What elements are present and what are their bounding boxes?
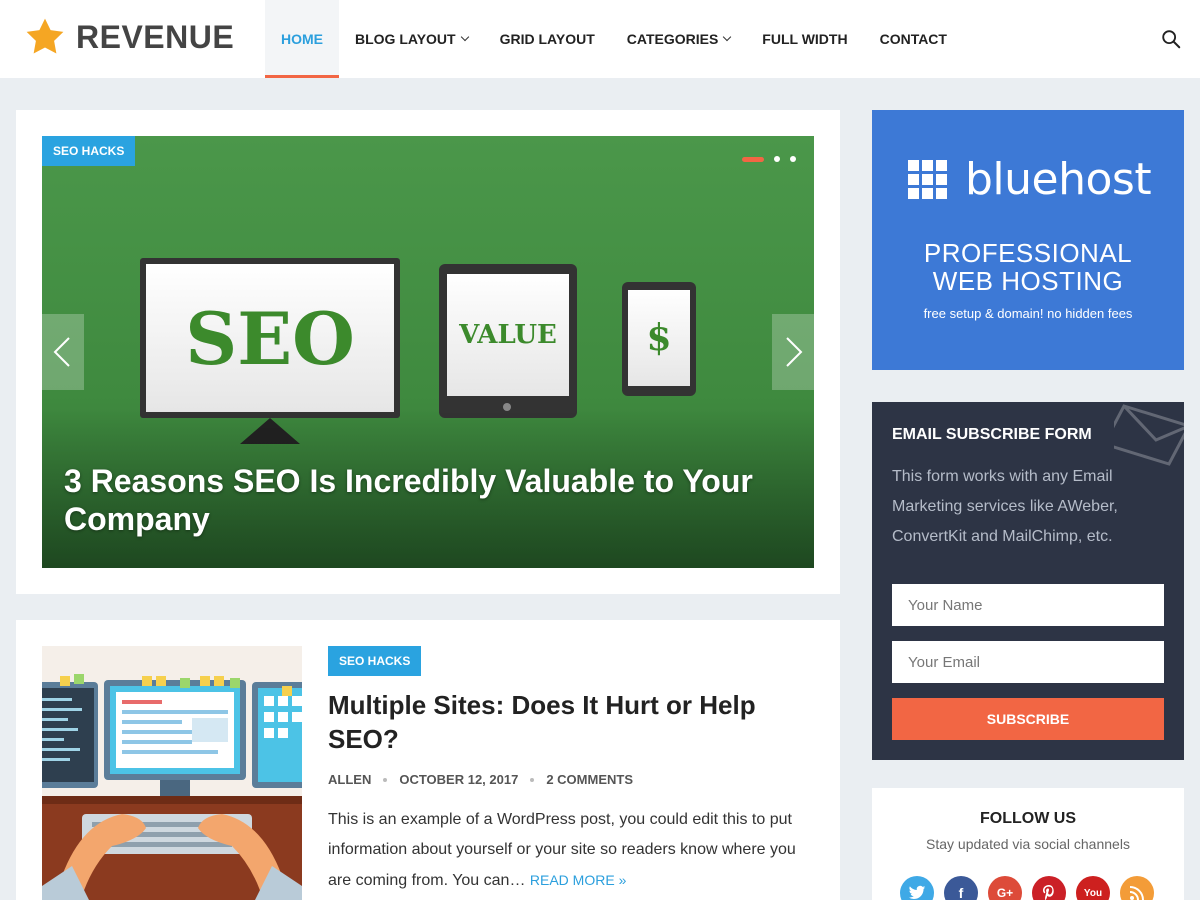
post-thumbnail[interactable] (42, 646, 302, 900)
read-more-link[interactable]: READ MORE » (530, 872, 626, 888)
post-excerpt: This is an example of a WordPress post, … (328, 805, 818, 896)
youtube-icon[interactable]: You (1076, 876, 1110, 900)
nav-label: CONTACT (879, 31, 947, 47)
post-category-badge[interactable]: SEO HACKS (328, 646, 422, 676)
nav-label: FULL WIDTH (762, 31, 848, 47)
monitor-illustration: SEO (140, 258, 400, 418)
bluehost-ad[interactable]: bluehost PROFESSIONAL WEB HOSTING free s… (872, 110, 1184, 370)
ad-tagline: free setup & domain! no hidden fees (923, 306, 1133, 321)
subscribe-title: EMAIL SUBSCRIBE FORM (892, 426, 1092, 443)
ad-brand: bluehost (965, 154, 1152, 205)
nav-item-home[interactable]: HOME (265, 0, 339, 78)
slider-dot[interactable] (790, 156, 796, 162)
google-plus-icon[interactable]: G+ (988, 876, 1022, 900)
nav-label: CATEGORIES (626, 31, 719, 47)
bluehost-logo: bluehost (908, 154, 1152, 205)
slider-dot-active[interactable] (742, 156, 764, 162)
twitter-icon[interactable] (900, 876, 934, 900)
envelope-icon (1114, 404, 1184, 466)
site-header: REVENUE HOME BLOG LAYOUT GRID LAYOUT CAT… (0, 0, 1200, 78)
nav-label: BLOG LAYOUT (355, 31, 456, 47)
slider-next-button[interactable] (772, 314, 814, 390)
post-body: SEO HACKS Multiple Sites: Does It Hurt o… (328, 646, 818, 896)
nav-label: HOME (281, 31, 323, 47)
rss-icon[interactable] (1120, 876, 1154, 900)
subscribe-description: This form works with any Email Marketing… (892, 468, 1118, 545)
follow-title: FOLLOW US (980, 810, 1076, 827)
site-logo[interactable]: REVENUE (24, 16, 234, 58)
bluehost-grid-icon (908, 160, 947, 199)
slide-title[interactable]: 3 Reasons SEO Is Incredibly Valuable to … (64, 462, 784, 538)
tablet-text: VALUE (459, 320, 557, 350)
developer-illustration (42, 646, 302, 900)
subscribe-button[interactable]: SUBSCRIBE (892, 698, 1164, 740)
post-comments[interactable]: 2 COMMENTS (546, 772, 633, 787)
follow-subtitle: Stay updated via social channels (926, 836, 1130, 852)
slider-prev-button[interactable] (42, 314, 84, 390)
facebook-glyph: f (958, 885, 964, 900)
chevron-down-icon (723, 32, 732, 42)
chevron-right-icon (786, 337, 803, 367)
nav-label: GRID LAYOUT (499, 31, 595, 47)
meta-separator (383, 777, 388, 782)
email-subscribe-widget: EMAIL SUBSCRIBE FORM This form works wit… (872, 402, 1184, 760)
google-plus-glyph: G+ (996, 886, 1014, 900)
chevron-down-icon (460, 32, 469, 42)
post-card: SEO HACKS Multiple Sites: Does It Hurt o… (16, 620, 840, 900)
ad-headline-1: PROFESSIONAL (923, 238, 1133, 268)
nav-item-grid-layout[interactable]: GRID LAYOUT (484, 0, 611, 78)
name-field[interactable]: Your Name (892, 584, 1164, 626)
nav-item-contact[interactable]: CONTACT (864, 0, 963, 78)
nav-item-blog-layout[interactable]: BLOG LAYOUT (339, 0, 484, 78)
slide-category-badge[interactable]: SEO HACKS (42, 136, 136, 166)
meta-separator (530, 777, 535, 782)
pinterest-icon[interactable] (1032, 876, 1066, 900)
chevron-left-icon (53, 337, 70, 367)
youtube-glyph: You (1083, 887, 1103, 899)
phone-illustration: $ (622, 282, 696, 396)
site-name: REVENUE (76, 18, 235, 55)
search-icon[interactable] (1160, 28, 1182, 50)
facebook-icon[interactable]: f (944, 876, 978, 900)
tablet-illustration: VALUE (439, 264, 577, 418)
phone-text: $ (646, 317, 672, 359)
ad-headline-2: WEB HOSTING (932, 266, 1124, 296)
slider-pagination (742, 156, 796, 162)
main-nav: HOME BLOG LAYOUT GRID LAYOUT CATEGORIES … (265, 0, 963, 78)
social-icons: f G+ You (900, 876, 1164, 900)
monitor-text: SEO (185, 295, 355, 381)
post-meta: ALLEN OCTOBER 12, 2017 2 COMMENTS (328, 772, 818, 787)
follow-us-widget: FOLLOW US Stay updated via social channe… (872, 788, 1184, 900)
nav-item-full-width[interactable]: FULL WIDTH (746, 0, 863, 78)
post-date[interactable]: OCTOBER 12, 2017 (399, 772, 518, 787)
post-title[interactable]: Multiple Sites: Does It Hurt or Help SEO… (328, 688, 818, 756)
featured-slider-card: SEO VALUE $ SEO HACKS 3 Reasons SEO Is I… (16, 110, 840, 594)
post-author[interactable]: ALLEN (328, 772, 371, 787)
star-icon (26, 18, 64, 54)
featured-slider[interactable]: SEO VALUE $ SEO HACKS 3 Reasons SEO Is I… (42, 136, 814, 568)
slider-dot[interactable] (774, 156, 780, 162)
nav-item-categories[interactable]: CATEGORIES (611, 0, 747, 78)
email-field[interactable]: Your Email (892, 641, 1164, 683)
